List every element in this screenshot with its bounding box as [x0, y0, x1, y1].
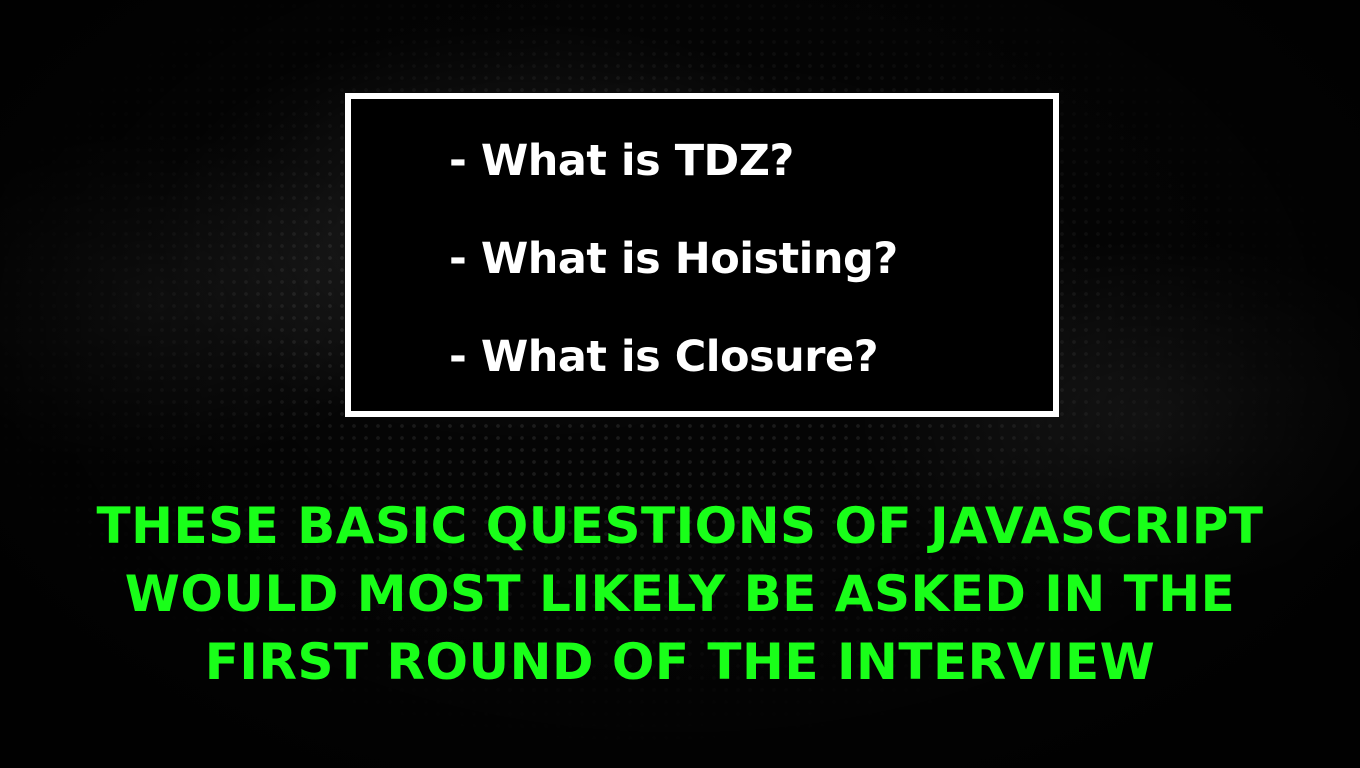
question-item-closure: - What is Closure? [449, 332, 879, 382]
slide: - What is TDZ? - What is Hoisting? - Wha… [0, 0, 1360, 768]
caption-line: THESE BASIC QUESTIONS OF JAVASCRIPT [96, 497, 1264, 555]
question-box: - What is TDZ? - What is Hoisting? - Wha… [345, 93, 1059, 417]
caption: THESE BASIC QUESTIONS OF JAVASCRIPT WOUL… [0, 492, 1360, 696]
question-list: - What is TDZ? - What is Hoisting? - Wha… [449, 137, 898, 381]
question-item-hoisting: - What is Hoisting? [449, 234, 898, 284]
caption-line: FIRST ROUND OF THE INTERVIEW [204, 633, 1156, 691]
caption-line: WOULD MOST LIKELY BE ASKED IN THE [124, 565, 1236, 623]
question-item-tdz: - What is TDZ? [449, 136, 794, 186]
